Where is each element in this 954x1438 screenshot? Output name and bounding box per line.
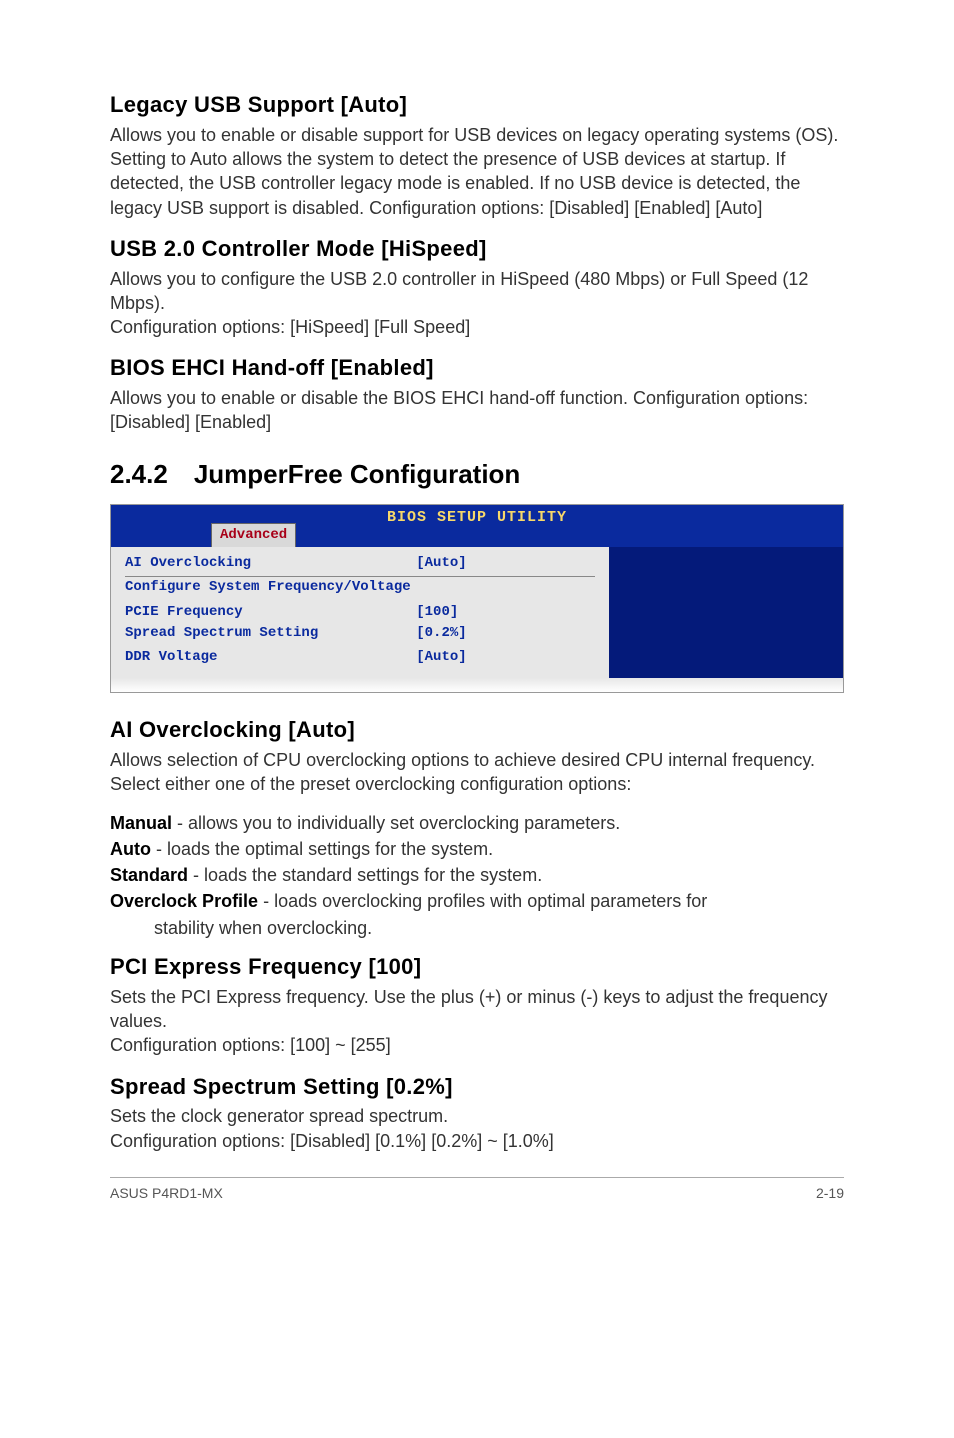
def-text-auto: - loads the optimal settings for the sys…: [151, 839, 493, 859]
heading-usb20: USB 2.0 Controller Mode [HiSpeed]: [110, 234, 844, 264]
bios-row-spread: Spread Spectrum Setting [0.2%]: [125, 623, 595, 644]
body-ai-overclocking: Allows selection of CPU overclocking opt…: [110, 748, 844, 797]
def-auto: Auto - loads the optimal settings for th…: [110, 837, 844, 861]
bios-body: AI Overclocking [Auto] Configure System …: [111, 547, 843, 678]
bios-label: PCIE Frequency: [125, 603, 416, 622]
bios-row-ddr: DDR Voltage [Auto]: [125, 647, 595, 668]
body-legacy-usb: Allows you to enable or disable support …: [110, 123, 844, 220]
bios-label: Spread Spectrum Setting: [125, 624, 416, 643]
bios-label: AI Overclocking: [125, 554, 416, 573]
bios-row-pcie: PCIE Frequency [100]: [125, 602, 595, 623]
body-spread-1: Sets the clock generator spread spectrum…: [110, 1104, 844, 1128]
body-pci-1: Sets the PCI Express frequency. Use the …: [110, 985, 844, 1034]
bios-left-panel: AI Overclocking [Auto] Configure System …: [111, 547, 609, 678]
bios-tab-advanced: Advanced: [211, 523, 296, 547]
heading-pci-express: PCI Express Frequency [100]: [110, 952, 844, 982]
footer-left: ASUS P4RD1-MX: [110, 1184, 223, 1203]
def-text-manual: - allows you to individually set overclo…: [172, 813, 620, 833]
def-term-profile: Overclock Profile: [110, 891, 258, 911]
footer-right: 2-19: [816, 1184, 844, 1203]
def-term-auto: Auto: [110, 839, 151, 859]
body-ehci: Allows you to enable or disable the BIOS…: [110, 386, 844, 435]
def-manual: Manual - allows you to individually set …: [110, 811, 844, 835]
body-pci-2: Configuration options: [100] ~ [255]: [110, 1033, 844, 1057]
heading-legacy-usb: Legacy USB Support [Auto]: [110, 90, 844, 120]
bios-fade: [111, 678, 843, 692]
def-text-standard: - loads the standard settings for the sy…: [188, 865, 542, 885]
heading-jumperfree: 2.4.2 JumperFree Configuration: [110, 457, 844, 492]
def-standard: Standard - loads the standard settings f…: [110, 863, 844, 887]
body-usb20-2: Configuration options: [HiSpeed] [Full S…: [110, 315, 844, 339]
heading-ehci: BIOS EHCI Hand-off [Enabled]: [110, 353, 844, 383]
bios-titlebar: BIOS SETUP UTILITY Advanced: [111, 505, 843, 547]
def-profile: Overclock Profile - loads overclocking p…: [110, 889, 844, 913]
bios-label: DDR Voltage: [125, 648, 416, 667]
page-footer: ASUS P4RD1-MX 2-19: [110, 1177, 844, 1203]
bios-value: [Auto]: [416, 554, 595, 573]
bios-row-ai-overclocking: AI Overclocking [Auto]: [125, 553, 595, 574]
def-text-profile: - loads overclocking profiles with optim…: [258, 891, 707, 911]
bios-right-panel: [609, 547, 843, 678]
heading-spread-spectrum: Spread Spectrum Setting [0.2%]: [110, 1072, 844, 1102]
bios-value: [100]: [416, 603, 595, 622]
def-term-standard: Standard: [110, 865, 188, 885]
heading-ai-overclocking: AI Overclocking [Auto]: [110, 715, 844, 745]
bios-divider: Configure System Frequency/Voltage: [125, 576, 595, 598]
bios-value: [0.2%]: [416, 624, 595, 643]
bios-screenshot: BIOS SETUP UTILITY Advanced AI Overclock…: [110, 504, 844, 693]
bios-value: [Auto]: [416, 648, 595, 667]
def-profile-cont: stability when overclocking.: [110, 916, 844, 940]
def-term-manual: Manual: [110, 813, 172, 833]
body-usb20-1: Allows you to configure the USB 2.0 cont…: [110, 267, 844, 316]
body-spread-2: Configuration options: [Disabled] [0.1%]…: [110, 1129, 844, 1153]
